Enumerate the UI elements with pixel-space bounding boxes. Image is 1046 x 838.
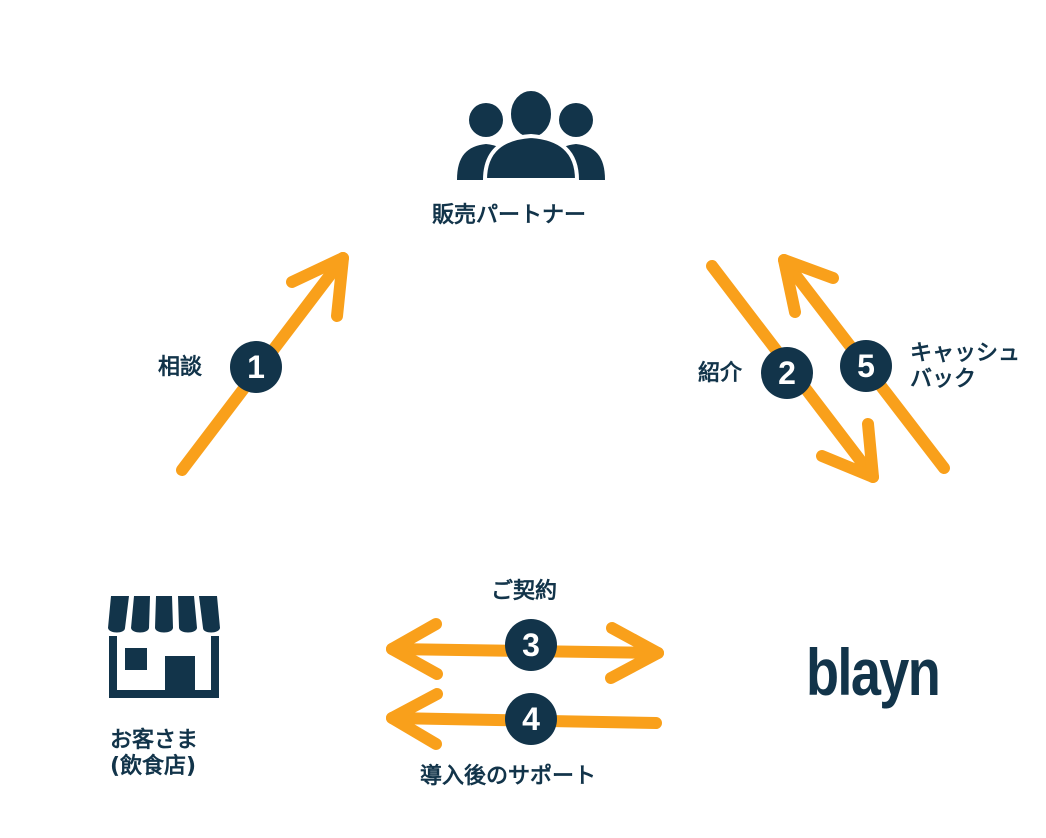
customer-label-line1: お客さま [110, 728, 199, 753]
step-5-label-line1: キャッシュ [910, 341, 1021, 366]
step-2-label: 紹介 [698, 361, 743, 386]
storefront-icon [108, 596, 220, 698]
people-group-icon [457, 88, 605, 180]
step-3-label: ご契約 [491, 579, 558, 604]
step-1-badge: 1 [230, 341, 282, 393]
customer-label-line2: (飲食店) [110, 754, 197, 779]
step-5-badge: 5 [840, 340, 892, 392]
blayn-logo: blayn [806, 635, 941, 709]
step-3-badge: 3 [505, 619, 557, 671]
partner-label: 販売パートナー [432, 203, 587, 228]
step-4-label: 導入後のサポート [420, 764, 597, 789]
step-2-badge: 2 [761, 347, 813, 399]
step-4-badge: 4 [505, 693, 557, 745]
step-1-label: 相談 [158, 355, 203, 380]
step-5-label-line2: バック [910, 367, 977, 392]
